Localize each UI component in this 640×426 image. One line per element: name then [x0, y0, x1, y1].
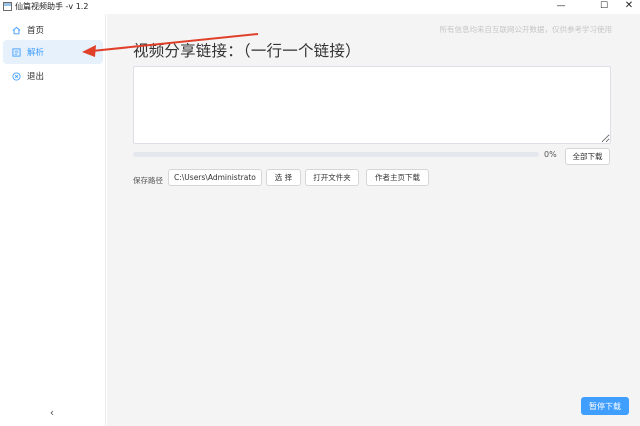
disclaimer-text: 所有信息均来自互联网公开数据，仅供参考学习使用	[439, 25, 613, 34]
sidebar-item-home[interactable]: 首页	[3, 18, 103, 42]
sidebar-item-exit[interactable]: 退出	[3, 64, 103, 88]
main-panel: 所有信息均来自互联网公开数据，仅供参考学习使用 视频分享链接：（一行一个链接） …	[107, 14, 640, 426]
exit-icon	[12, 71, 21, 81]
window-title: 仙篇视频助手 -v 1.2	[15, 2, 89, 11]
save-path-input[interactable]	[168, 169, 262, 186]
close-button[interactable]: ✕	[616, 0, 640, 12]
pause-download-button[interactable]: 暂停下载	[581, 397, 629, 415]
sidebar-item-label: 首页	[27, 26, 45, 36]
maximize-button[interactable]: ☐	[591, 0, 617, 12]
download-progress-bar	[133, 152, 539, 157]
minimize-button[interactable]: —	[548, 0, 574, 12]
download-all-button[interactable]: 全部下载	[565, 148, 610, 165]
sidebar-item-label: 退出	[27, 72, 45, 82]
author-homepage-download-button[interactable]: 作者主页下载	[366, 169, 429, 186]
app-icon	[3, 2, 12, 11]
parse-icon	[12, 47, 21, 57]
open-folder-button[interactable]: 打开文件夹	[305, 169, 359, 186]
sidebar-item-parse[interactable]: 解析	[3, 40, 103, 64]
page-title: 视频分享链接：（一行一个链接）	[133, 42, 361, 60]
choose-path-button[interactable]: 选 择	[266, 169, 301, 186]
home-icon	[12, 26, 21, 35]
video-links-input[interactable]	[133, 66, 611, 144]
sidebar-item-label: 解析	[27, 48, 45, 58]
save-path-label: 保存路径	[133, 176, 163, 185]
sidebar: 首页 解析 退出 ‹	[0, 14, 106, 426]
progress-percent: 0%	[544, 150, 557, 159]
sidebar-collapse-button[interactable]: ‹	[46, 406, 58, 420]
title-bar: 仙篇视频助手 -v 1.2 — ☐ ✕	[0, 0, 640, 14]
